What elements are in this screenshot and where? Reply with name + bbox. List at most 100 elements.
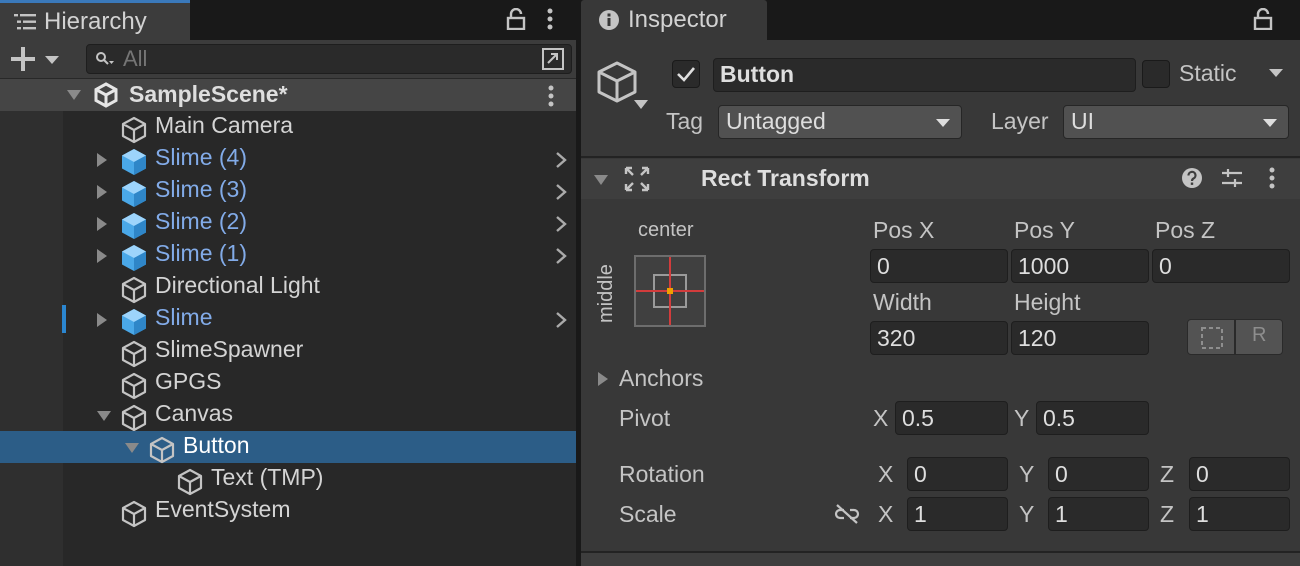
tab-inspector[interactable]: Inspector [581, 0, 767, 42]
chevron-down-icon [1262, 118, 1278, 128]
tag-dropdown[interactable]: Untagged [718, 105, 962, 139]
collapsed-arrow-icon[interactable] [96, 217, 108, 232]
plus-icon [10, 46, 36, 72]
tag-value: Untagged [726, 108, 826, 134]
hierarchy-item[interactable]: Slime (2) [0, 207, 576, 239]
gameobject-cube-icon [148, 436, 176, 464]
static-label: Static [1179, 60, 1237, 86]
tab-hierarchy[interactable]: Hierarchy [0, 0, 190, 40]
scale-x-field[interactable]: 1 [907, 497, 1008, 531]
rotation-x-field[interactable]: 0 [907, 457, 1008, 491]
rotation-y-axis-label: Y [1019, 461, 1035, 487]
hierarchy-item[interactable]: Canvas [0, 399, 576, 432]
collapsed-arrow-icon[interactable] [96, 185, 108, 200]
scale-y-field[interactable]: 1 [1048, 497, 1149, 531]
object-name-field[interactable]: Button [713, 58, 1136, 92]
hierarchy-item[interactable]: Text (TMP) [0, 463, 576, 496]
lock-icon[interactable] [1253, 8, 1273, 30]
anchor-preset-graphic [636, 257, 704, 325]
hierarchy-panel: Hierarchy All SampleScene* Main Camera S… [0, 0, 576, 566]
prefab-cube-icon [120, 148, 148, 176]
inspector-tabstrip: Inspector [581, 0, 1300, 42]
active-checkbox[interactable] [672, 60, 700, 88]
search-input[interactable] [123, 46, 523, 72]
pivot-x-field[interactable]: 0.5 [895, 401, 1008, 435]
hierarchy-item-label: GPGS [155, 368, 222, 394]
fold-arrow-icon[interactable] [593, 174, 609, 186]
gameobject-cube-icon [120, 276, 148, 304]
hierarchy-item[interactable]: Directional Light [0, 271, 576, 304]
rotation-y-field[interactable]: 0 [1048, 457, 1149, 491]
collapsed-arrow-icon[interactable] [96, 153, 108, 168]
prefab-cube-icon [120, 212, 148, 240]
width-label: Width [873, 289, 932, 315]
anchors-fold-icon[interactable] [597, 371, 609, 387]
hierarchy-tab-label: Hierarchy [44, 8, 147, 35]
expanded-arrow-icon[interactable] [96, 410, 112, 422]
static-dropdown-icon[interactable] [1268, 68, 1284, 78]
open-prefab-chevron-icon[interactable] [555, 215, 567, 233]
hierarchy-item[interactable]: Button [0, 431, 576, 464]
gameobject-cube-icon[interactable] [595, 60, 639, 104]
expanded-arrow-icon[interactable] [124, 442, 140, 454]
presets-icon[interactable] [1221, 167, 1243, 189]
chevron-down-icon [44, 55, 60, 65]
pos-z-field[interactable]: 0 [1152, 249, 1290, 283]
add-object-button[interactable] [10, 46, 66, 72]
rotation-label: Rotation [619, 461, 705, 487]
height-field[interactable]: 120 [1011, 321, 1149, 355]
pivot-y-field[interactable]: 0.5 [1036, 401, 1149, 435]
hierarchy-item-label: Directional Light [155, 272, 320, 298]
blueprint-mode-button[interactable] [1187, 319, 1235, 355]
hierarchy-item-label: Main Camera [155, 112, 294, 138]
hierarchy-item[interactable]: Main Camera [0, 111, 576, 144]
pivot-y-axis-label: Y [1014, 405, 1030, 431]
collapsed-arrow-icon[interactable] [96, 313, 108, 328]
pos-y-label: Pos Y [1014, 217, 1075, 243]
next-component-header[interactable] [581, 551, 1300, 566]
scene-menu-icon[interactable] [545, 85, 557, 109]
hierarchy-item-label: Button [183, 432, 250, 458]
open-prefab-chevron-icon[interactable] [555, 247, 567, 265]
hierarchy-item-label: Slime (1) [155, 240, 248, 266]
hierarchy-item-label: Text (TMP) [211, 464, 324, 490]
icon-dropdown-arrow-icon[interactable] [634, 100, 648, 109]
hierarchy-item[interactable]: Slime (4) [0, 143, 576, 175]
static-checkbox[interactable] [1142, 60, 1170, 88]
expand-arrow-icon[interactable] [66, 89, 82, 101]
search-box[interactable] [86, 44, 572, 74]
scale-x-axis-label: X [878, 501, 894, 527]
hierarchy-item[interactable]: EventSystem [0, 495, 576, 528]
pos-x-field[interactable]: 0 [870, 249, 1008, 283]
constrain-proportions-icon[interactable] [834, 503, 860, 525]
hierarchy-item[interactable]: Slime (1) [0, 239, 576, 271]
width-field[interactable]: 320 [870, 321, 1008, 355]
gameobject-cube-icon [120, 372, 148, 400]
hierarchy-item[interactable]: Slime [0, 303, 576, 335]
scene-header[interactable]: SampleScene* [0, 79, 576, 111]
component-menu-icon[interactable] [1266, 167, 1278, 191]
rotation-z-axis-label: Z [1160, 461, 1175, 487]
lock-icon[interactable] [506, 8, 526, 30]
rect-transform-header[interactable]: Rect Transform [581, 159, 1300, 199]
collapsed-arrow-icon[interactable] [96, 249, 108, 264]
hierarchy-item[interactable]: GPGS [0, 367, 576, 400]
hierarchy-item-label: Slime (2) [155, 208, 248, 234]
rotation-z-field[interactable]: 0 [1189, 457, 1290, 491]
scale-z-field[interactable]: 1 [1189, 497, 1290, 531]
hierarchy-item[interactable]: SlimeSpawner [0, 335, 576, 368]
anchor-presets-button[interactable] [634, 255, 706, 327]
layer-dropdown[interactable]: UI [1063, 105, 1289, 139]
hierarchy-list-icon [14, 12, 36, 32]
scene-filter-icon[interactable] [539, 46, 567, 72]
open-prefab-chevron-icon[interactable] [555, 183, 567, 201]
raw-edit-button[interactable]: R [1235, 319, 1283, 355]
hierarchy-item[interactable]: Slime (3) [0, 175, 576, 207]
kebab-menu-icon[interactable] [544, 8, 556, 32]
pos-y-field[interactable]: 1000 [1011, 249, 1149, 283]
rect-transform-icon [624, 166, 650, 192]
anchors-label[interactable]: Anchors [619, 365, 703, 392]
help-icon[interactable] [1181, 167, 1203, 189]
open-prefab-chevron-icon[interactable] [555, 311, 567, 329]
open-prefab-chevron-icon[interactable] [555, 151, 567, 169]
